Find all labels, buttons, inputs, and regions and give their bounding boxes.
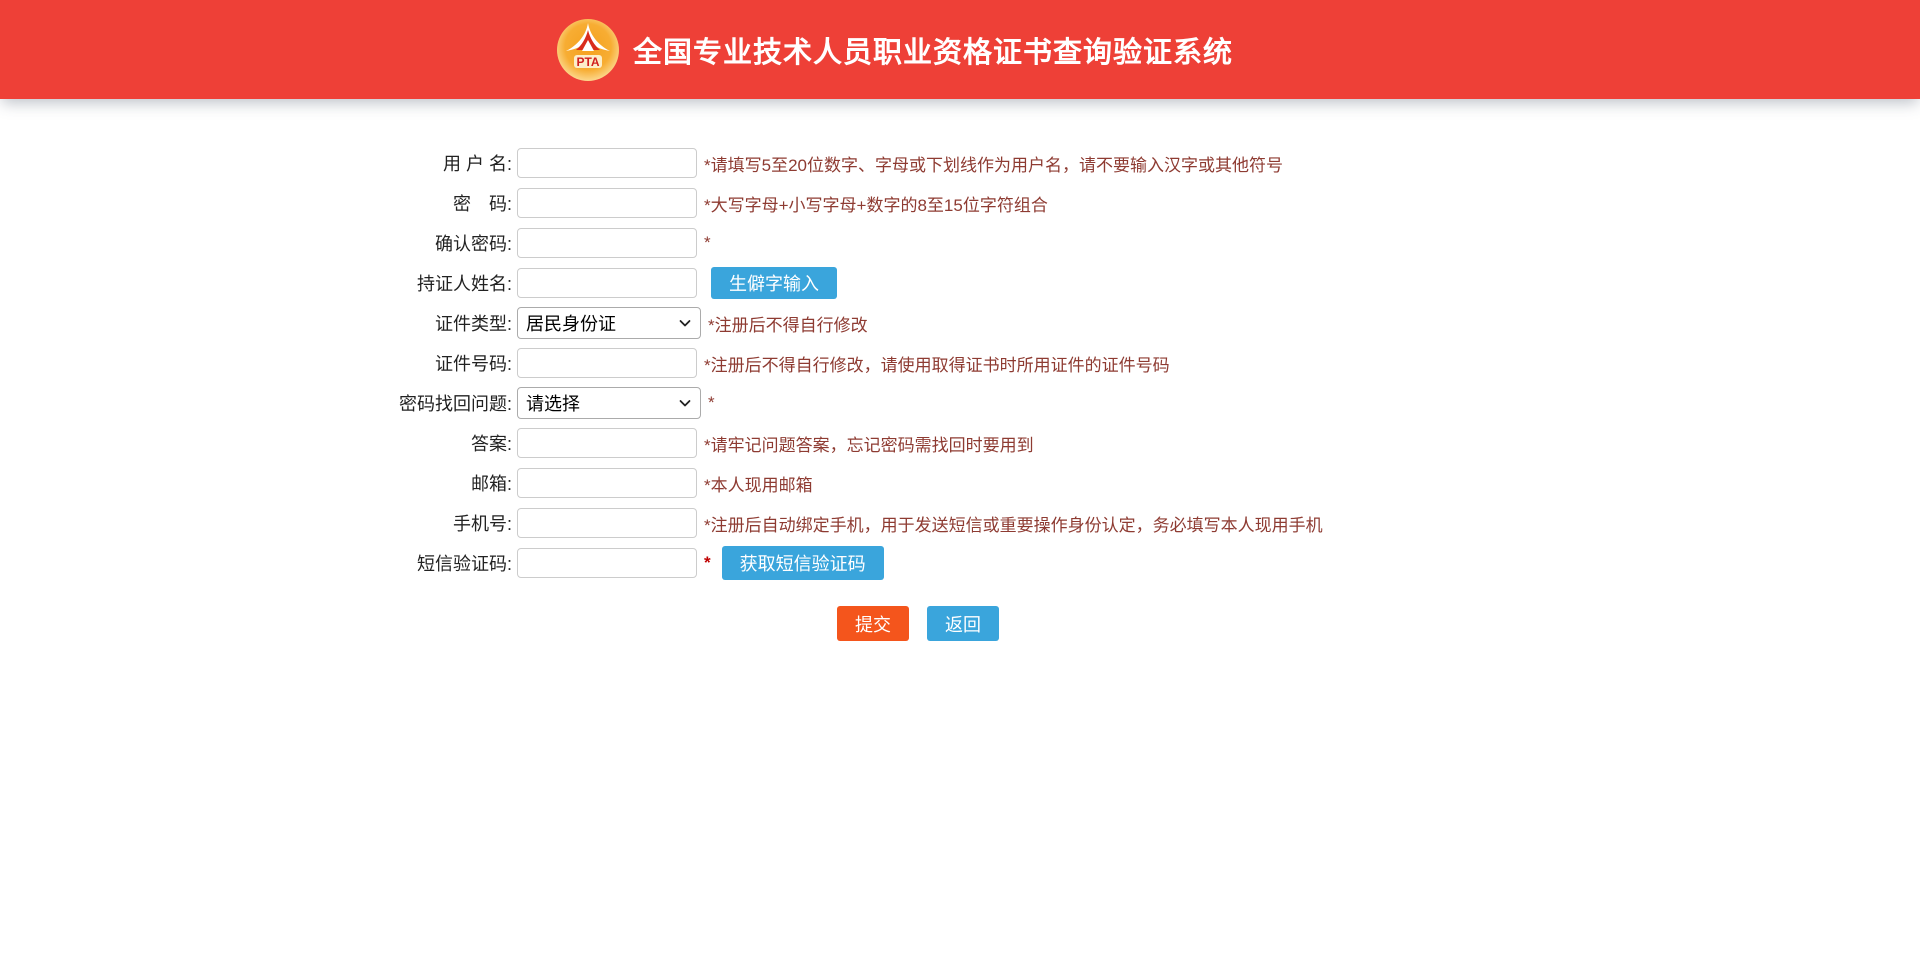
answer-input[interactable] (517, 428, 697, 458)
password-label: 密 码: (316, 190, 516, 216)
header-content: PTA 全国专业技术人员职业资格证书查询验证系统 (556, 0, 1233, 99)
sms-code-input[interactable] (517, 548, 697, 578)
mobile-label: 手机号: (316, 510, 516, 536)
submit-button[interactable]: 提交 (837, 606, 909, 641)
get-sms-code-button[interactable]: 获取短信验证码 (722, 546, 884, 580)
holder-name-label: 持证人姓名: (316, 270, 516, 296)
form-row-confirm-password: 确认密码: * (316, 223, 1920, 263)
recovery-question-hint: * (708, 393, 715, 413)
sms-code-label: 短信验证码: (316, 550, 516, 576)
mobile-hint: *注册后自动绑定手机，用于发送短信或重要操作身份认定，务必填写本人现用手机 (704, 511, 1323, 536)
form-row-recovery-question: 密码找回问题: 请选择 * (316, 383, 1920, 423)
pta-logo-icon: PTA (556, 18, 620, 82)
rare-character-input-button[interactable]: 生僻字输入 (711, 267, 837, 299)
form-row-email: 邮箱: *本人现用邮箱 (316, 463, 1920, 503)
form-row-cert-type: 证件类型: 居民身份证 *注册后不得自行修改 (316, 303, 1920, 343)
answer-label: 答案: (316, 430, 516, 456)
confirm-password-label: 确认密码: (316, 230, 516, 256)
username-hint: *请填写5至20位数字、字母或下划线作为用户名，请不要输入汉字或其他符号 (704, 151, 1283, 176)
form-row-cert-number: 证件号码: *注册后不得自行修改，请使用取得证书时所用证件的证件号码 (316, 343, 1920, 383)
email-input[interactable] (517, 468, 697, 498)
cert-type-label: 证件类型: (316, 310, 516, 336)
cert-number-label: 证件号码: (316, 350, 516, 376)
page-title: 全国专业技术人员职业资格证书查询验证系统 (633, 29, 1233, 71)
form-row-holder-name: 持证人姓名: 生僻字输入 (316, 263, 1920, 303)
form-row-password: 密 码: *大写字母+小写字母+数字的8至15位字符组合 (316, 183, 1920, 223)
sms-code-required-mark: * (704, 553, 711, 573)
recovery-question-selected-value: 请选择 (526, 390, 678, 416)
chevron-down-icon (678, 396, 692, 410)
answer-hint: *请牢记问题答案，忘记密码需找回时要用到 (704, 431, 1034, 456)
password-hint: *大写字母+小写字母+数字的8至15位字符组合 (704, 191, 1048, 216)
form-row-answer: 答案: *请牢记问题答案，忘记密码需找回时要用到 (316, 423, 1920, 463)
cert-number-input[interactable] (517, 348, 697, 378)
form-actions: 提交 返回 (837, 606, 1920, 641)
cert-type-hint: *注册后不得自行修改 (708, 311, 868, 336)
cert-number-hint: *注册后不得自行修改，请使用取得证书时所用证件的证件号码 (704, 351, 1170, 376)
confirm-password-hint: * (704, 233, 711, 253)
cert-type-select[interactable]: 居民身份证 (517, 307, 701, 339)
registration-form: 用 户 名: *请填写5至20位数字、字母或下划线作为用户名，请不要输入汉字或其… (316, 143, 1920, 641)
app-header: PTA 全国专业技术人员职业资格证书查询验证系统 (0, 0, 1920, 99)
email-hint: *本人现用邮箱 (704, 471, 813, 496)
form-row-sms-code: 短信验证码: * 获取短信验证码 (316, 543, 1920, 583)
form-row-mobile: 手机号: *注册后自动绑定手机，用于发送短信或重要操作身份认定，务必填写本人现用… (316, 503, 1920, 543)
form-row-username: 用 户 名: *请填写5至20位数字、字母或下划线作为用户名，请不要输入汉字或其… (316, 143, 1920, 183)
cert-type-selected-value: 居民身份证 (526, 310, 678, 336)
username-input[interactable] (517, 148, 697, 178)
holder-name-input[interactable] (517, 268, 697, 298)
recovery-question-label: 密码找回问题: (316, 390, 516, 416)
mobile-input[interactable] (517, 508, 697, 538)
username-label: 用 户 名: (316, 150, 516, 176)
back-button[interactable]: 返回 (927, 606, 999, 641)
confirm-password-input[interactable] (517, 228, 697, 258)
email-label: 邮箱: (316, 470, 516, 496)
svg-text:PTA: PTA (576, 55, 599, 69)
password-input[interactable] (517, 188, 697, 218)
recovery-question-select[interactable]: 请选择 (517, 387, 701, 419)
chevron-down-icon (678, 316, 692, 330)
